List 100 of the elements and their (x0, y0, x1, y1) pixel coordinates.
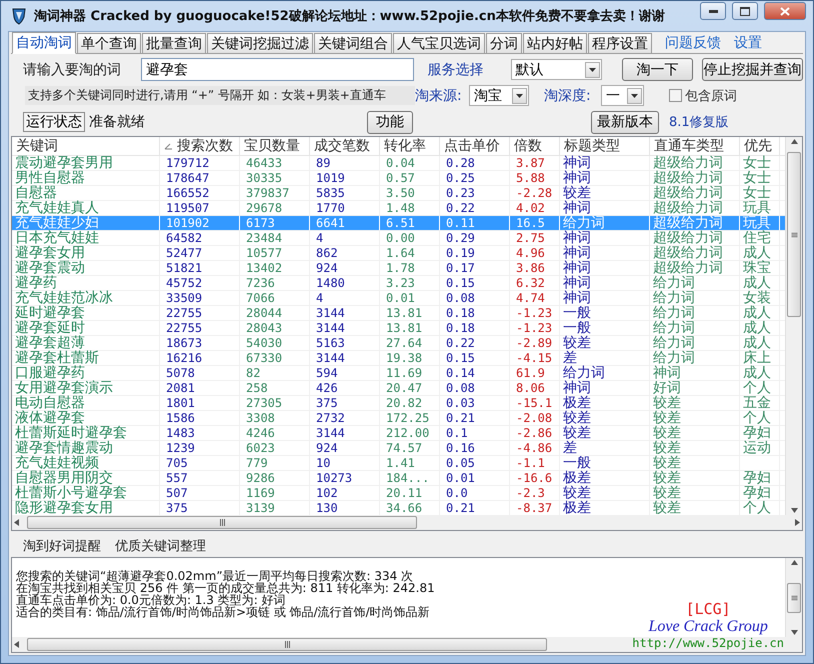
table-row[interactable]: 充气娃娃视频 705 779 10 1.41 0.05 -1.1 一般 较差 (12, 456, 785, 471)
column-header[interactable]: 标题类型 (560, 137, 650, 155)
column-title: 点击单价 (444, 137, 500, 155)
table-row[interactable]: 充气娃娃真人 119507 29678 1770 1.48 0.22 4.02 神词 超级给力词 玩具 (12, 201, 785, 216)
table-cell: 1.64 (380, 246, 440, 260)
link[interactable]: 问题反馈 (665, 34, 721, 52)
vertical-scrollbar[interactable] (785, 558, 802, 637)
table-row[interactable]: 延时避孕套 22755 28044 3144 13.81 0.18 -1.23 一般 给力词 成人 (12, 306, 785, 321)
table-cell: 2.75 (510, 231, 560, 245)
scroll-thumb[interactable] (27, 638, 547, 651)
table-row[interactable]: 女用避孕套演示 2081 258 426 20.47 0.08 8.06 神词 好词 个人 (12, 381, 785, 396)
table-cell: 超级给力词 (650, 261, 740, 275)
table-row[interactable]: 震动避孕套男用 179712 46433 89 0.04 0.28 3.87 神词 超级给力词 女士 (12, 156, 785, 171)
table-row[interactable]: 避孕套情趣震动 1239 6023 924 74.57 0.16 -4.86 差 较差 运动 (12, 441, 785, 456)
query-input[interactable]: 避孕套 (140, 58, 414, 82)
column-header[interactable]: 转化率 (380, 137, 440, 155)
column-header[interactable]: 成交笔数 (310, 137, 380, 155)
tab[interactable]: 人气宝贝选词 (393, 33, 485, 53)
minimize-button[interactable] (700, 2, 726, 20)
table-row[interactable]: 口服避孕药 5078 82 594 11.69 0.14 61.9 给力词 神词 成人 (12, 366, 785, 381)
scroll-down-icon[interactable] (790, 508, 798, 513)
table-cell: 女士 (740, 171, 780, 185)
table-cell: 震动避孕套男用 (12, 156, 160, 170)
scroll-left-icon[interactable] (14, 641, 19, 648)
dropdown[interactable]: 默认 (510, 59, 602, 80)
scroll-down-icon[interactable] (790, 630, 798, 635)
table-row[interactable]: 男性自慰器 178647 30335 1019 0.57 0.25 5.88 神词 超级给力词 女士 (12, 171, 785, 186)
scroll-up-icon[interactable] (790, 560, 798, 565)
search-button[interactable]: 淘一下 (622, 58, 693, 82)
tab[interactable]: 关键词组合 (314, 33, 392, 53)
tab[interactable]: 淘到好词提醒 (23, 537, 101, 555)
table-cell: 3144 (310, 426, 380, 440)
table-cell: 电动自慰器 (12, 396, 160, 410)
column-header[interactable]: 点击单价 (440, 137, 510, 155)
column-header[interactable]: 优先 (740, 137, 780, 155)
table-row[interactable]: 自慰器 166552 379837 5835 3.50 0.23 -2.28 较差 超级给力词 女士 (12, 186, 785, 201)
table-row[interactable]: 杜蕾斯延时避孕套 1483 4246 3144 212.00 0.1 -2.86 较差 较差 孕妇 (12, 426, 785, 441)
table-cell: 51821 (160, 261, 240, 275)
tab[interactable]: 优质关键词整理 (115, 537, 206, 555)
scroll-left-icon[interactable] (14, 519, 19, 526)
table-row[interactable]: 避孕药 45752 7236 1480 3.23 0.15 6.32 神词 给力词 成人 (12, 276, 785, 291)
caret-icon (588, 68, 596, 72)
table-row[interactable]: 避孕套震动 51821 13402 924 1.78 0.17 3.86 神词 超级给力词 珠宝 (12, 261, 785, 276)
table-cell: 5835 (310, 186, 380, 200)
table-row[interactable]: 液体避孕套 1586 3308 2732 172.25 0.21 -2.08 较差 较差 个人 (12, 411, 785, 426)
table-row[interactable]: 充气娃娃范冰冰 33509 7066 4 0.01 0.08 4.74 神词 给力词 女装 (12, 291, 785, 306)
dropdown[interactable]: 淘宝 (469, 85, 529, 106)
latest-version-button[interactable]: 最新版本 (591, 110, 659, 134)
scroll-thumb[interactable] (787, 582, 801, 612)
dropdown[interactable]: 一 (601, 85, 644, 106)
table-row[interactable]: 避孕套超薄 18673 54030 5163 27.64 0.22 -2.89 较差 给力词 成人 (12, 336, 785, 351)
column-header[interactable]: 搜索次数 (160, 137, 240, 155)
maximize-button[interactable] (732, 2, 758, 20)
table-cell: 0.05 (440, 456, 510, 470)
column-header[interactable]: 直通车类型 (650, 137, 740, 155)
table-row[interactable]: 日本充气娃娃 64582 23484 4 0.00 0.29 2.75 神词 超级给力词 住宅 (12, 231, 785, 246)
tab[interactable]: 单个查询 (77, 33, 141, 53)
table-cell: 3.87 (510, 156, 560, 170)
scroll-up-icon[interactable] (790, 139, 798, 144)
vertical-scrollbar[interactable] (785, 137, 802, 515)
log-line: 适合的类目有: 饰品/流行首饰/时尚饰品新>项链 或 饰品/流行首饰/时尚饰品新 (16, 606, 430, 618)
tab[interactable]: 批量查询 (142, 33, 206, 53)
table-cell: 0.25 (440, 171, 510, 185)
table-cell: 避孕套女用 (12, 246, 160, 260)
table-cell: 20.11 (380, 486, 440, 500)
table-cell: 119507 (160, 201, 240, 215)
window-title: 淘词神器 Cracked by guoguocake!52破解论坛地址：www.52pojie.cn本软件免费不要拿去卖！谢谢 (34, 8, 666, 25)
status-label: 运行状态 (23, 112, 85, 132)
tab[interactable]: 分词 (486, 33, 522, 53)
column-header[interactable]: 宝贝数量 (240, 137, 310, 155)
scroll-thumb[interactable] (787, 152, 801, 317)
stop-button[interactable]: 停止挖掘并查询 (702, 58, 803, 82)
table-row[interactable]: 杜蕾斯小号避孕套 507 1169 102 20.11 0.0 -2.3 较差 较差 孕妇 (12, 486, 785, 501)
table-row[interactable]: 避孕套延时 22755 28043 3144 13.81 0.18 -1.23 一般 给力词 成人 (12, 321, 785, 336)
table-row[interactable]: 自慰器男用阴交 557 9286 10273 184... 0.01 -16.6 极差 较差 孕妇 (12, 471, 785, 486)
column-header[interactable]: 关键词 (12, 137, 160, 155)
tab[interactable]: 自动淘词 (12, 32, 76, 54)
tab[interactable]: 关键词挖掘过滤 (207, 33, 313, 53)
table-cell: 女士 (740, 156, 780, 170)
table-row[interactable]: 避孕套女用 52477 10577 862 1.64 0.19 4.96 神词 超级给力词 成人 (12, 246, 785, 261)
horizontal-scrollbar[interactable] (12, 515, 802, 530)
table-cell: 4246 (240, 426, 310, 440)
close-button[interactable] (764, 2, 806, 20)
link[interactable]: 设置 (734, 34, 762, 52)
checkbox[interactable] (669, 89, 682, 102)
scroll-thumb[interactable] (27, 516, 417, 529)
column-title: 倍数 (514, 137, 542, 155)
column-header[interactable]: 倍数 (510, 137, 560, 155)
scroll-right-icon[interactable] (795, 519, 800, 526)
tab[interactable]: 程序设置 (588, 33, 652, 53)
table-cell: -1.1 (510, 456, 560, 470)
table-cell: 1480 (310, 276, 380, 290)
table-row[interactable]: 避孕套杜蕾斯 16216 67330 3144 19.38 0.15 -4.15 差 给力词 床上 (12, 351, 785, 366)
table-row[interactable]: 电动自慰器 1801 27305 375 20.82 0.03 -15.1 极差 较差 五金 (12, 396, 785, 411)
log-line: 您搜索的关键词“超薄避孕套0.02mm”最近一周平均每日搜索次数: 334 次 (16, 570, 414, 582)
horizontal-scrollbar[interactable] (12, 637, 802, 652)
tab[interactable]: 站内好帖 (523, 33, 587, 53)
table-cell: 给力词 (560, 216, 650, 230)
table-cell: 避孕套超薄 (12, 336, 160, 350)
function-button[interactable]: 功能 (367, 110, 413, 134)
